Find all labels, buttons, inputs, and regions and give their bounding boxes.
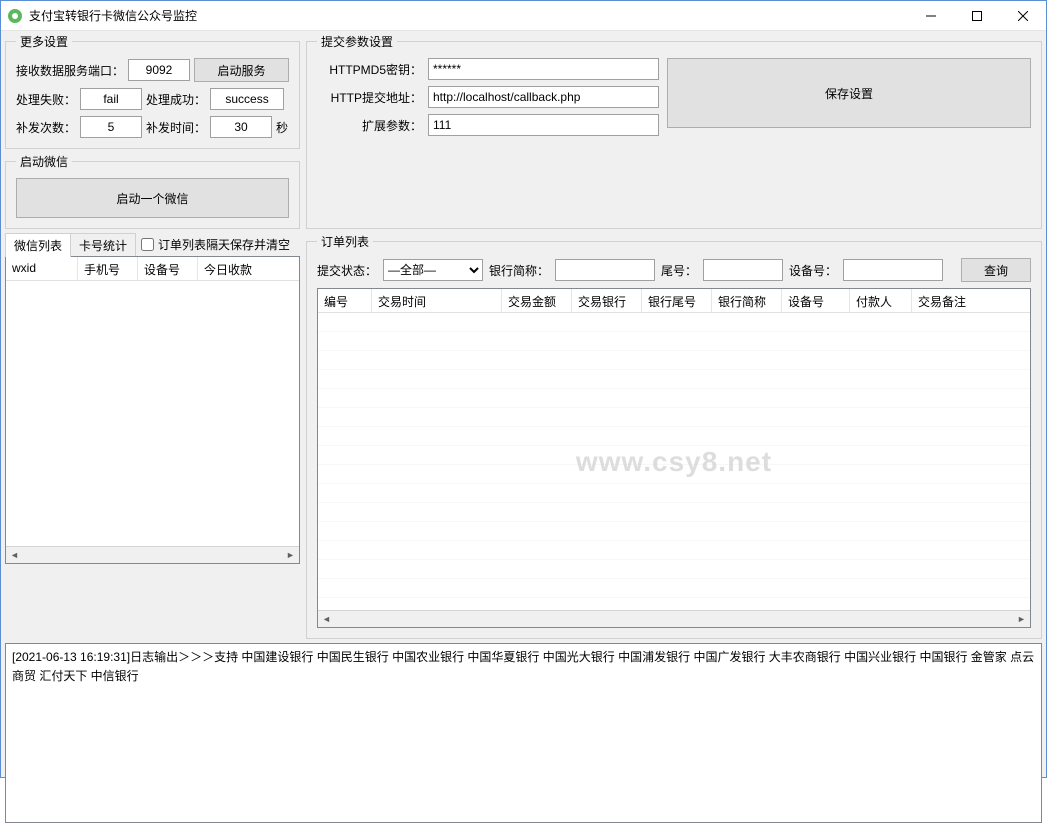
ext-input[interactable]	[428, 114, 659, 136]
window-title: 支付宝转银行卡微信公众号监控	[29, 7, 908, 24]
order-list-legend: 订单列表	[317, 233, 373, 250]
start-wechat-legend: 启动微信	[16, 153, 72, 170]
tail-label: 尾号：	[661, 262, 697, 279]
col-remark[interactable]: 交易备注	[912, 289, 1030, 312]
start-wechat-button[interactable]: 启动一个微信	[16, 178, 289, 218]
url-label: HTTP提交地址：	[317, 89, 422, 106]
col-wxid[interactable]: wxid	[6, 257, 78, 280]
col-abbr[interactable]: 银行简称	[712, 289, 782, 312]
wechat-table: wxid 手机号 设备号 今日收款 ◄ ►	[5, 256, 300, 564]
wechat-tabs: 微信列表 卡号统计 订单列表隔天保存并清空	[5, 233, 300, 257]
scroll-left-icon[interactable]: ◄	[6, 547, 23, 563]
port-input[interactable]	[128, 59, 190, 81]
bank-abbr-input[interactable]	[555, 259, 655, 281]
order-h-scrollbar[interactable]: ◄ ►	[318, 610, 1030, 627]
status-select[interactable]: —全部—	[383, 259, 483, 281]
submit-params-group: 提交参数设置 HTTPMD5密钥： HTTP提交地址：	[306, 33, 1042, 229]
bank-abbr-label: 银行简称：	[489, 262, 549, 279]
md5-label: HTTPMD5密钥：	[317, 61, 422, 78]
scroll-right-icon[interactable]: ►	[1013, 611, 1030, 627]
url-input[interactable]	[428, 86, 659, 108]
success-input[interactable]	[210, 88, 284, 110]
order-table-body: www.csy8.net	[318, 313, 1030, 610]
titlebar: 支付宝转银行卡微信公众号监控	[1, 1, 1046, 31]
success-label: 处理成功：	[146, 91, 206, 108]
scroll-right-icon[interactable]: ►	[282, 547, 299, 563]
order-table-header: 编号 交易时间 交易金额 交易银行 银行尾号 银行简称 设备号 付款人 交易备注	[318, 289, 1030, 313]
col-amount[interactable]: 交易金额	[502, 289, 572, 312]
port-label: 接收数据服务端口：	[16, 62, 124, 79]
maximize-button[interactable]	[954, 1, 1000, 31]
tail-input[interactable]	[703, 259, 783, 281]
col-device[interactable]: 设备号	[138, 257, 198, 280]
col-payer[interactable]: 付款人	[850, 289, 912, 312]
col-today-income[interactable]: 今日收款	[198, 257, 299, 280]
close-button[interactable]	[1000, 1, 1046, 31]
fail-label: 处理失败：	[16, 91, 76, 108]
daily-clear-checkbox-container[interactable]: 订单列表隔天保存并清空	[141, 236, 290, 253]
col-dev[interactable]: 设备号	[782, 289, 850, 312]
scroll-track[interactable]	[335, 611, 1013, 627]
ext-label: 扩展参数：	[317, 117, 422, 134]
save-settings-button[interactable]: 保存设置	[667, 58, 1031, 128]
fail-input[interactable]	[80, 88, 142, 110]
retry-interval-label: 补发时间：	[146, 119, 206, 136]
query-button[interactable]: 查询	[961, 258, 1031, 282]
tab-wechat-list[interactable]: 微信列表	[5, 233, 71, 257]
more-settings-group: 更多设置 接收数据服务端口： 启动服务 处理失败： 处理成功： 补发次数：	[5, 33, 300, 149]
retry-interval-input[interactable]	[210, 116, 272, 138]
retry-count-input[interactable]	[80, 116, 142, 138]
scroll-track[interactable]	[23, 547, 282, 563]
col-id[interactable]: 编号	[318, 289, 372, 312]
order-list-group: 订单列表 提交状态： —全部— 银行简称： 尾号： 设备号： 查询	[306, 233, 1042, 639]
start-wechat-group: 启动微信 启动一个微信	[5, 153, 300, 229]
device-input[interactable]	[843, 259, 943, 281]
more-settings-legend: 更多设置	[16, 33, 72, 50]
scroll-left-icon[interactable]: ◄	[318, 611, 335, 627]
daily-clear-checkbox[interactable]	[141, 238, 154, 251]
app-icon	[7, 8, 23, 24]
wechat-h-scrollbar[interactable]: ◄ ►	[6, 546, 299, 563]
daily-clear-label: 订单列表隔天保存并清空	[158, 236, 290, 253]
tab-card-stats[interactable]: 卡号统计	[70, 233, 136, 257]
start-service-button[interactable]: 启动服务	[194, 58, 289, 82]
minimize-button[interactable]	[908, 1, 954, 31]
seconds-label: 秒	[276, 119, 288, 136]
wechat-table-body	[6, 281, 299, 546]
col-tail[interactable]: 银行尾号	[642, 289, 712, 312]
wechat-table-header: wxid 手机号 设备号 今日收款	[6, 257, 299, 281]
col-bank[interactable]: 交易银行	[572, 289, 642, 312]
log-output: [2021-06-13 16:19:31]日志输出＞＞＞支持 中国建设银行 中国…	[5, 643, 1042, 823]
order-table: 编号 交易时间 交易金额 交易银行 银行尾号 银行简称 设备号 付款人 交易备注…	[317, 288, 1031, 628]
watermark: www.csy8.net	[576, 446, 772, 478]
col-phone[interactable]: 手机号	[78, 257, 138, 280]
device-label: 设备号：	[789, 262, 837, 279]
md5-input[interactable]	[428, 58, 659, 80]
retry-count-label: 补发次数：	[16, 119, 76, 136]
submit-params-legend: 提交参数设置	[317, 33, 397, 50]
status-label: 提交状态：	[317, 262, 377, 279]
col-time[interactable]: 交易时间	[372, 289, 502, 312]
